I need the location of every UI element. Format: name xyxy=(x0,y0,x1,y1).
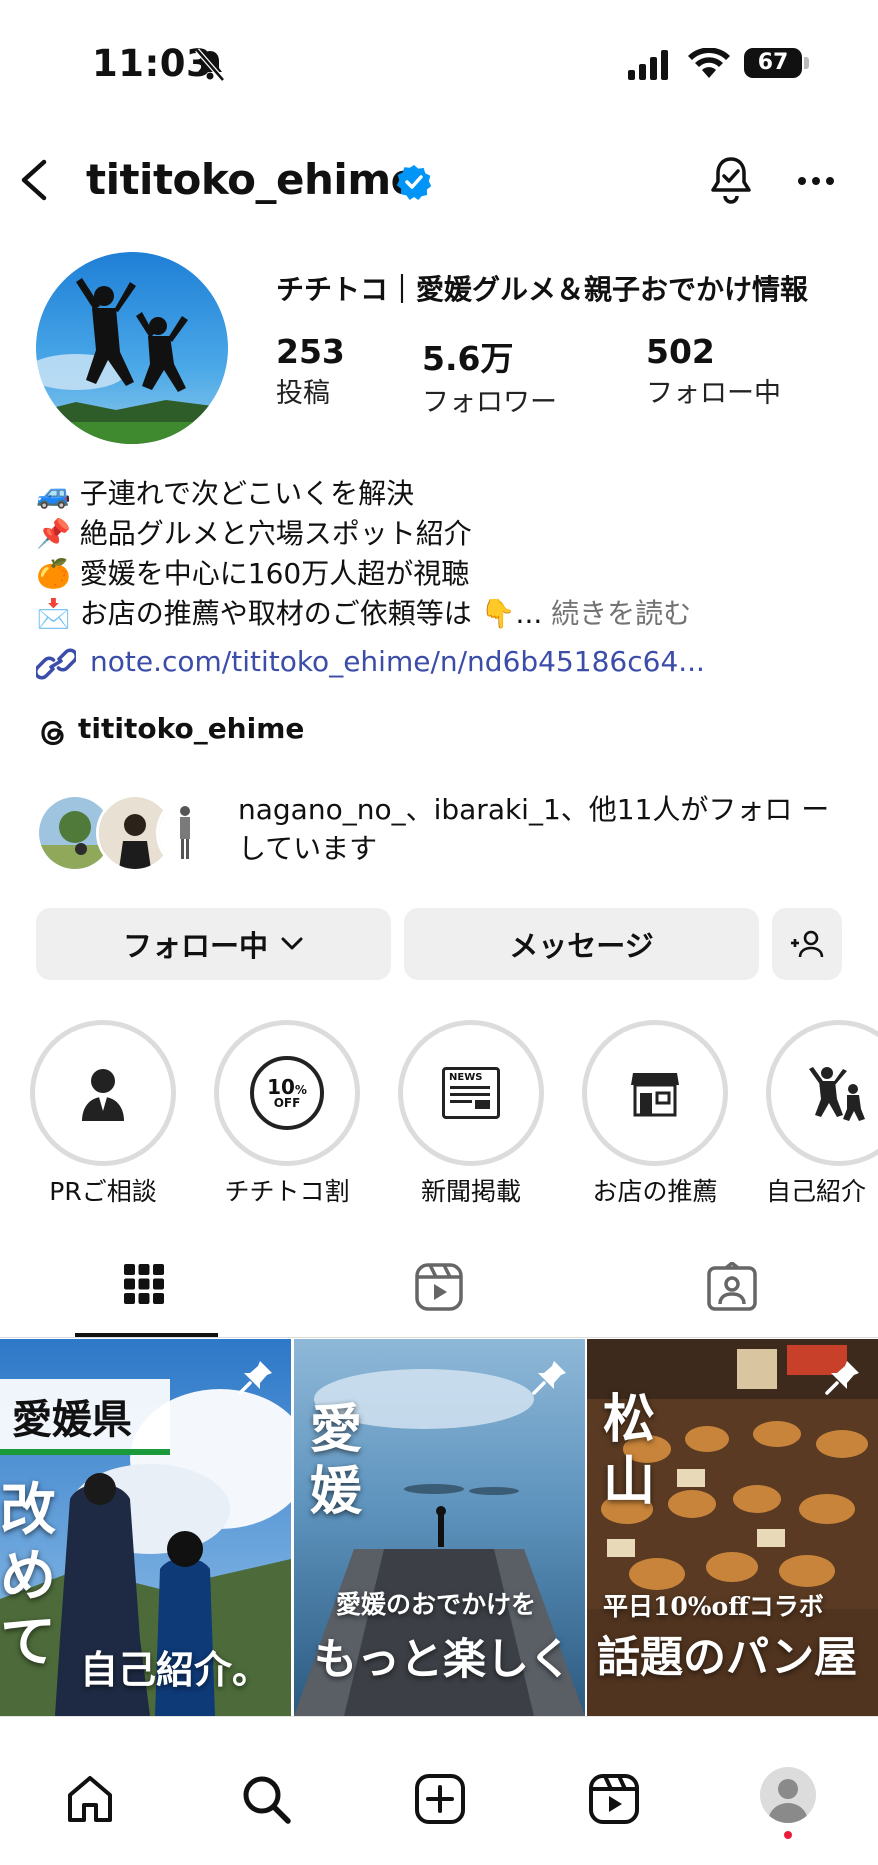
threads-icon xyxy=(36,716,70,750)
posts-stat[interactable]: 253 投稿 xyxy=(276,332,345,410)
highlight-label: 自己紹介 xyxy=(766,1177,867,1206)
battery-tip xyxy=(804,57,809,69)
following-button-label: フォロー中 xyxy=(122,929,268,963)
bio-line: 📩 お店の推薦や取材のご依頼等は 👇... 続きを読む xyxy=(36,597,692,630)
wifi-icon xyxy=(688,47,730,80)
tab-reels[interactable] xyxy=(414,1262,464,1312)
header-username: tititoko_ehime xyxy=(86,155,419,204)
discount-sticker-icon: 10% OFF xyxy=(228,1034,346,1152)
discount-badge-percent: % xyxy=(294,1083,307,1097)
post-vertical-text: 松山 xyxy=(603,1389,656,1512)
news-badge: NEWS xyxy=(449,1072,483,1083)
highlight-label: 新聞掲載 xyxy=(420,1177,521,1206)
storefront-icon xyxy=(596,1034,714,1152)
cellular-signal-icon xyxy=(628,50,672,80)
verified-badge-icon xyxy=(396,164,432,200)
post-subcaption: 愛媛のおでかけを xyxy=(336,1590,537,1619)
highlight-label: チチトコ割 xyxy=(224,1177,350,1206)
message-button-label: メッセージ xyxy=(509,929,654,963)
mutual-follower-avatar xyxy=(156,794,234,872)
home-icon[interactable] xyxy=(64,1773,116,1825)
post-subcaption: 平日10%offコラボ xyxy=(603,1592,824,1621)
read-more-link[interactable]: 続きを読む xyxy=(551,597,691,630)
envelope-emoji-icon: 📩 xyxy=(36,597,71,630)
post-tile[interactable]: 愛媛 愛媛のおでかけを もっと楽しく xyxy=(294,1339,585,1716)
notification-dot xyxy=(784,1831,792,1839)
battery-indicator: 67 xyxy=(744,48,802,78)
chevron-down-icon xyxy=(280,936,304,952)
back-icon[interactable] xyxy=(16,158,52,202)
pin-icon xyxy=(236,1357,276,1401)
post-caption: もっと楽しく xyxy=(314,1635,572,1685)
post-vertical-text: 改めて xyxy=(0,1477,56,1675)
threads-handle[interactable]: tititoko_ehime xyxy=(78,712,304,745)
highlight-pr[interactable] xyxy=(30,1020,176,1166)
bottom-navigation xyxy=(0,1716,878,1865)
mute-bell-icon xyxy=(194,48,226,82)
post-tile[interactable]: 松山 平日10%offコラボ 話題のパン屋 xyxy=(587,1339,878,1716)
following-stat[interactable]: 502 フォロー中 xyxy=(646,332,781,410)
profile-tab-avatar[interactable] xyxy=(760,1767,816,1823)
posts-label: 投稿 xyxy=(276,378,330,409)
create-post-icon[interactable] xyxy=(414,1773,466,1825)
post-caption: 話題のパン屋 xyxy=(597,1633,858,1683)
profile-avatar[interactable] xyxy=(36,252,228,444)
search-icon[interactable] xyxy=(240,1773,292,1825)
following-label: フォロー中 xyxy=(646,378,781,409)
followers-label: フォロワー xyxy=(422,387,557,418)
followed-by-text[interactable]: nagano_no_、ibaraki_1、他11人がフォロ ーしています xyxy=(238,790,838,868)
car-emoji-icon: 🚙 xyxy=(36,477,71,510)
following-button[interactable]: フォロー中 xyxy=(36,908,391,980)
highlight-intro[interactable] xyxy=(766,1020,878,1166)
notification-bell-icon[interactable] xyxy=(706,154,756,206)
highlight-label: お店の推薦 xyxy=(592,1177,718,1206)
pin-icon xyxy=(530,1357,570,1401)
bio-line: 🍊 愛媛を中心に160万人超が視聴 xyxy=(36,557,470,590)
bio-line: 📌 絶品グルメと穴場スポット紹介 xyxy=(36,517,472,550)
person-suit-icon xyxy=(44,1034,162,1152)
tab-divider xyxy=(0,1337,878,1338)
jumping-people-icon xyxy=(780,1034,878,1152)
pushpin-emoji-icon: 📌 xyxy=(36,517,71,550)
followers-stat[interactable]: 5.6万 フォロワー xyxy=(422,332,557,419)
tangerine-emoji-icon: 🍊 xyxy=(36,557,71,590)
post-tag: 愛媛県 xyxy=(12,1396,132,1443)
bio-line: 🚙 子連れで次どこいくを解決 xyxy=(36,477,415,510)
message-button[interactable]: メッセージ xyxy=(404,908,759,980)
link-icon xyxy=(34,646,78,682)
followers-count: 5.6万 xyxy=(422,339,514,378)
tab-tagged[interactable] xyxy=(706,1260,758,1312)
posts-count: 253 xyxy=(276,332,345,371)
bio-link[interactable]: note.com/tititoko_ehime/n/nd6b45186c64..… xyxy=(90,645,705,678)
post-tile[interactable]: 愛媛県 改めて 自己紹介。 xyxy=(0,1339,291,1716)
display-name: チチトコ｜愛媛グルメ＆親子おでかけ情報 xyxy=(276,273,809,306)
post-caption: 自己紹介。 xyxy=(80,1647,271,1692)
highlight-discount[interactable]: 10% OFF xyxy=(214,1020,360,1166)
reels-icon[interactable] xyxy=(588,1773,640,1825)
tab-grid[interactable] xyxy=(122,1262,166,1306)
highlight-shop[interactable] xyxy=(582,1020,728,1166)
pin-icon xyxy=(823,1357,863,1401)
post-vertical-text: 愛媛 xyxy=(310,1399,363,1522)
more-options-icon[interactable] xyxy=(796,172,836,185)
add-person-icon xyxy=(789,929,825,959)
highlight-newspaper[interactable]: NEWS xyxy=(398,1020,544,1166)
newspaper-icon: NEWS xyxy=(412,1034,530,1152)
following-count: 502 xyxy=(646,332,715,371)
discount-badge-off: OFF xyxy=(273,1096,301,1110)
highlight-label: PRご相談 xyxy=(49,1177,157,1206)
suggest-people-button[interactable] xyxy=(772,908,842,980)
